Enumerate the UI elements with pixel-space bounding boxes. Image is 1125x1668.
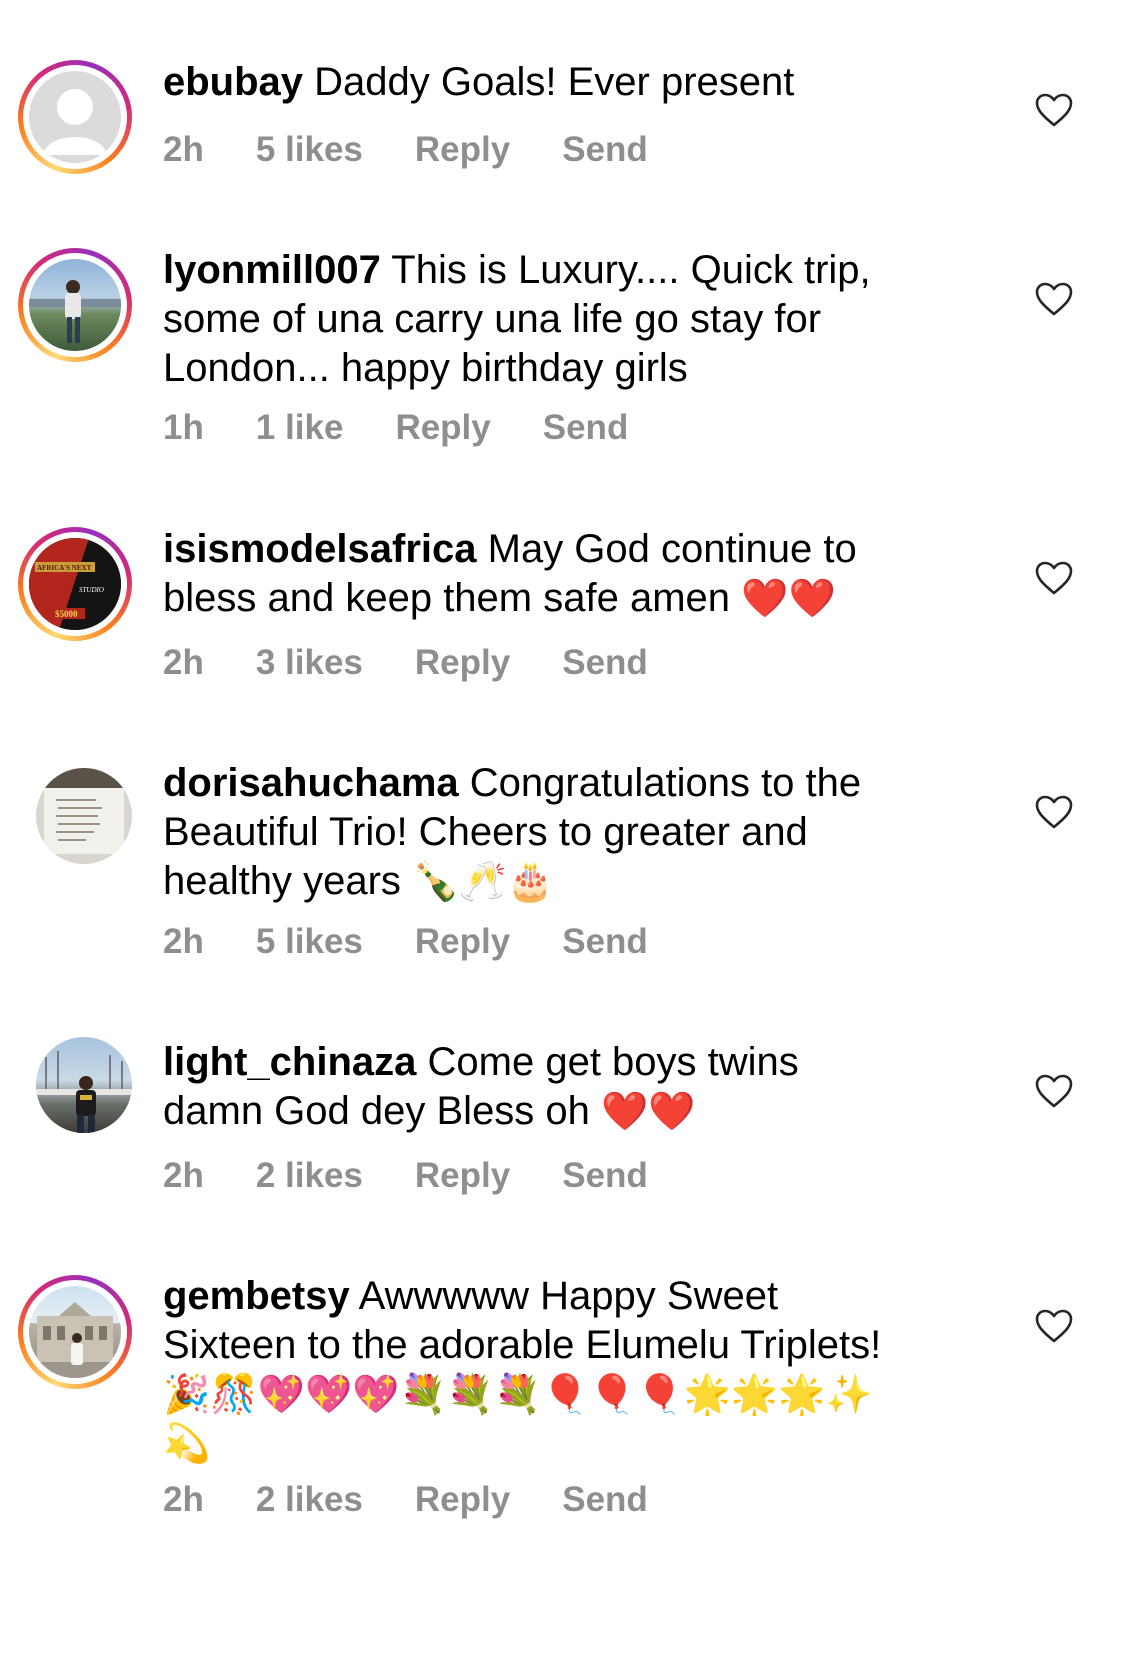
building-photo <box>29 1302 121 1378</box>
avatar[interactable] <box>18 1275 132 1389</box>
likes-count[interactable]: 3 likes <box>256 643 363 683</box>
heart-emojis: ❤️❤️ <box>741 576 836 620</box>
comment-meta: 2h 5 likes Reply Send <box>163 922 700 962</box>
person-photo <box>29 280 121 343</box>
reply-button[interactable]: Reply <box>415 1156 510 1196</box>
send-button[interactable]: Send <box>543 408 629 448</box>
comment-message: Daddy Goals! Ever present <box>314 60 795 104</box>
reply-button[interactable]: Reply <box>415 643 510 683</box>
heart-outline-icon[interactable] <box>1035 93 1073 127</box>
person-photo <box>36 1051 132 1133</box>
celebration-emojis: 🎉🎊💖💖💖💐💐💐🎈🎈🎈🌟🌟🌟✨💫 <box>163 1372 873 1465</box>
likes-count[interactable]: 5 likes <box>256 130 363 170</box>
avatar[interactable] <box>18 248 132 362</box>
comment-text: lyonmill007 This is Luxury.... Quick tri… <box>163 246 903 393</box>
timestamp: 2h <box>163 643 204 682</box>
send-button[interactable]: Send <box>562 922 648 962</box>
username[interactable]: lyonmill007 <box>163 248 381 292</box>
username[interactable]: dorisahuchama <box>163 761 459 805</box>
reply-button[interactable]: Reply <box>415 922 510 962</box>
comment-meta: 2h 5 likes Reply Send <box>163 130 700 170</box>
username[interactable]: ebubay <box>163 60 303 104</box>
heart-outline-icon[interactable] <box>1035 795 1073 829</box>
send-button[interactable]: Send <box>562 130 648 170</box>
poster-title-text: AFRICA'S NEXT <box>37 564 92 572</box>
comment-meta: 2h 2 likes Reply Send <box>163 1156 700 1196</box>
heart-outline-icon[interactable] <box>1035 1074 1073 1108</box>
send-button[interactable]: Send <box>562 1156 648 1196</box>
comment-meta: 2h 2 likes Reply Send <box>163 1480 700 1520</box>
likes-count[interactable]: 1 like <box>256 408 344 448</box>
reply-button[interactable]: Reply <box>415 1480 510 1520</box>
default-avatar-icon <box>43 89 107 155</box>
poster-studio-text: STUDIO <box>79 586 104 594</box>
comment-meta: 2h 3 likes Reply Send <box>163 643 700 683</box>
avatar[interactable] <box>36 768 132 864</box>
heart-outline-icon[interactable] <box>1035 561 1073 595</box>
comment-text: ebubay Daddy Goals! Ever present <box>163 58 963 107</box>
reply-button[interactable]: Reply <box>395 408 490 448</box>
likes-count[interactable]: 5 likes <box>256 922 363 962</box>
heart-outline-icon[interactable] <box>1035 1309 1073 1343</box>
quote-photo <box>36 768 132 854</box>
avatar[interactable] <box>18 60 132 174</box>
send-button[interactable]: Send <box>562 1480 648 1520</box>
username[interactable]: light_chinaza <box>163 1040 416 1084</box>
timestamp: 2h <box>163 130 204 169</box>
username[interactable]: isismodelsafrica <box>163 527 477 571</box>
send-button[interactable]: Send <box>562 643 648 683</box>
avatar[interactable] <box>36 1037 132 1133</box>
poster-prize-text: $5000 <box>55 609 78 619</box>
heart-emojis: ❤️❤️ <box>601 1089 696 1133</box>
comment-text: isismodelsafrica May God continue to ble… <box>163 525 883 623</box>
likes-count[interactable]: 2 likes <box>256 1156 363 1196</box>
comment-meta: 1h 1 like Reply Send <box>163 408 680 448</box>
comment-text: light_chinaza Come get boys twins damn G… <box>163 1038 863 1136</box>
celebration-emojis: 🍾🥂🎂 <box>412 859 554 903</box>
timestamp: 1h <box>163 408 204 447</box>
likes-count[interactable]: 2 likes <box>256 1480 363 1520</box>
reply-button[interactable]: Reply <box>415 130 510 170</box>
timestamp: 2h <box>163 1480 204 1519</box>
avatar[interactable]: AFRICA'S NEXT STUDIO $5000 <box>18 527 132 641</box>
comment-text: dorisahuchama Congratulations to the Bea… <box>163 759 903 906</box>
poster-photo: AFRICA'S NEXT STUDIO $5000 <box>29 538 121 630</box>
heart-outline-icon[interactable] <box>1035 282 1073 316</box>
username[interactable]: gembetsy <box>163 1274 350 1318</box>
timestamp: 2h <box>163 922 204 961</box>
comment-text: gembetsy Awwwww Happy Sweet Sixteen to t… <box>163 1272 908 1468</box>
timestamp: 2h <box>163 1156 204 1195</box>
